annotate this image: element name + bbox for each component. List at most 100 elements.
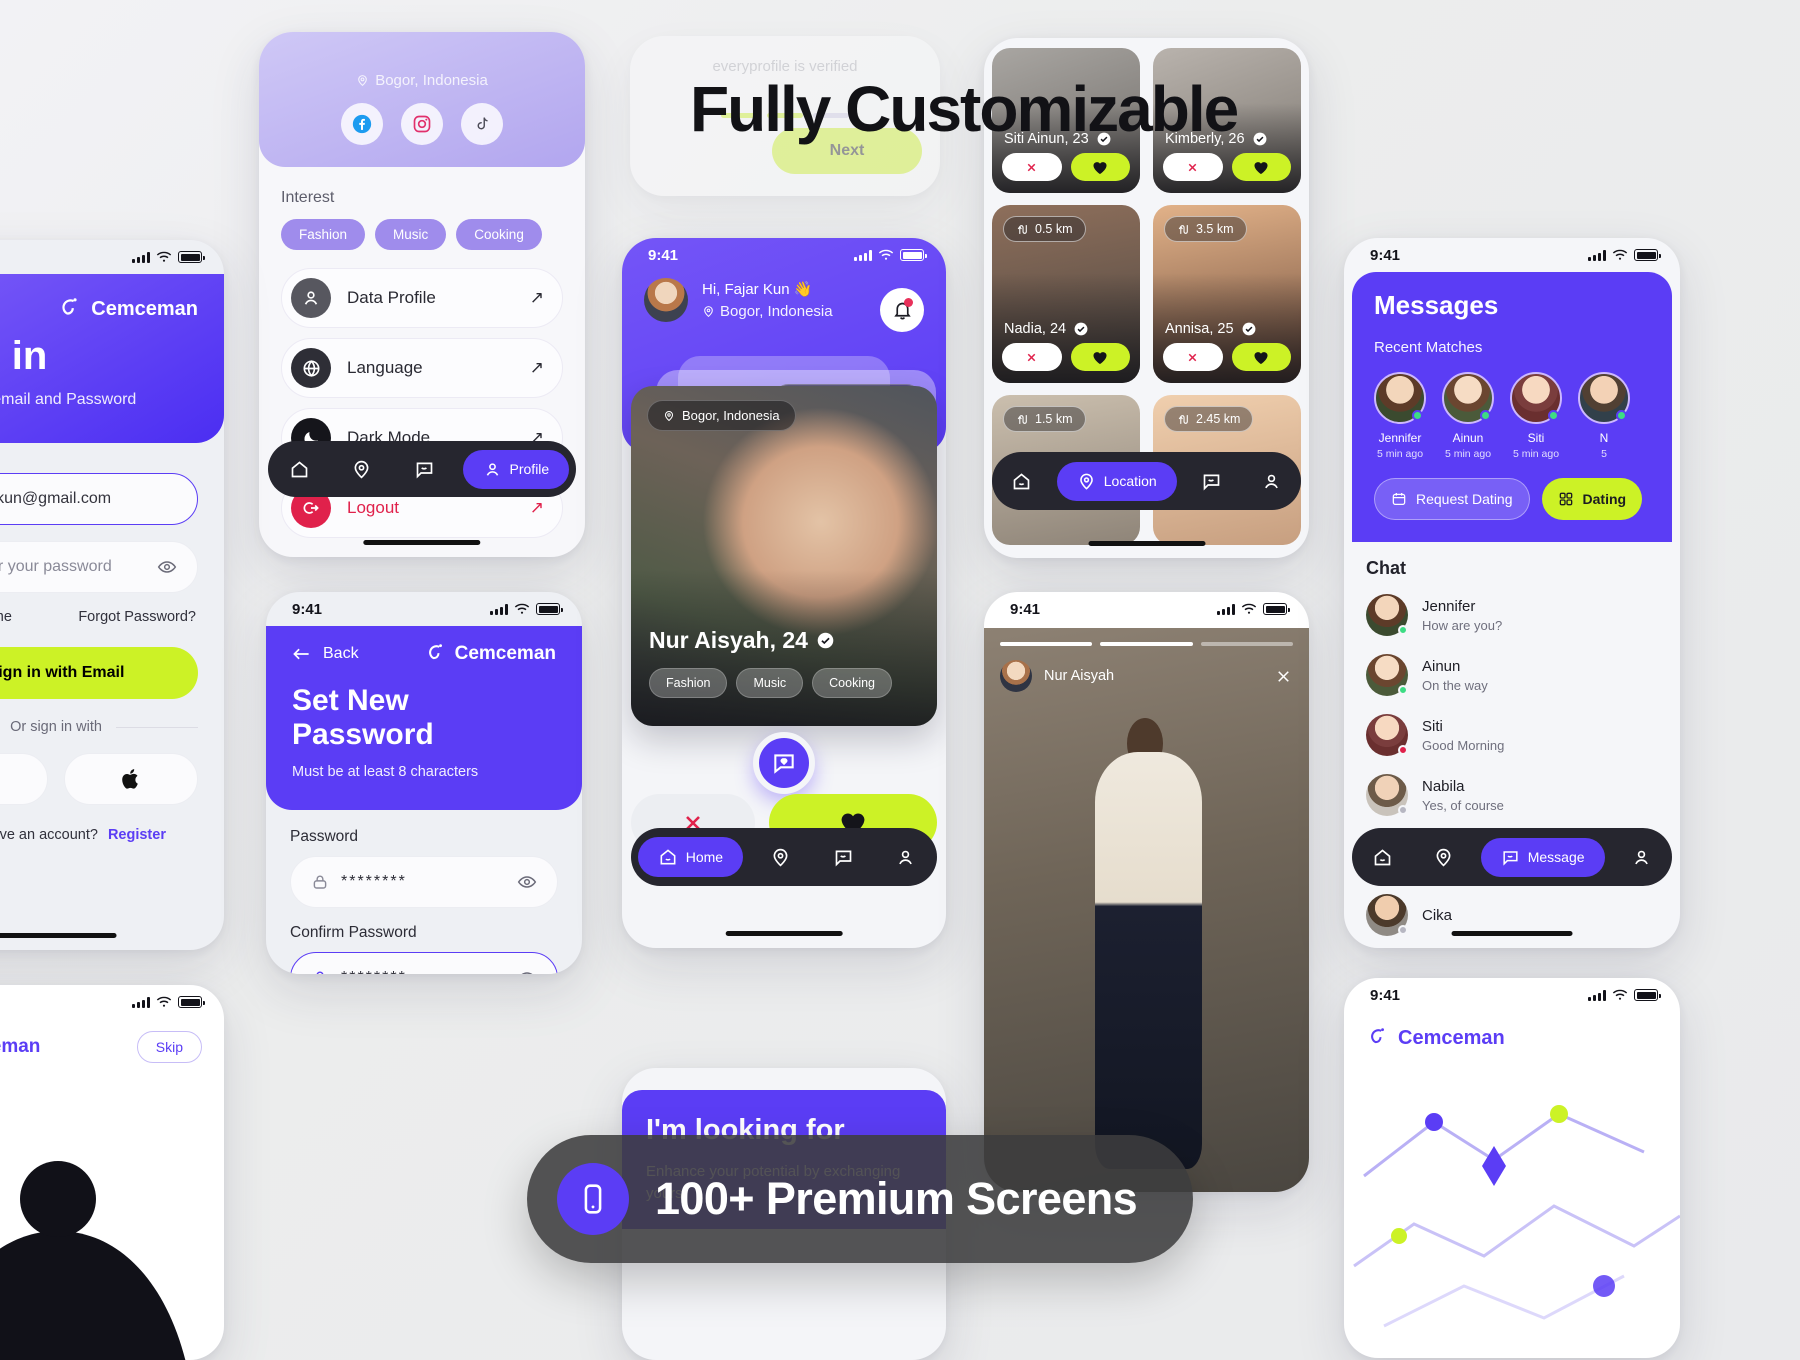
dislike-button[interactable] [1163,153,1223,181]
nav-profile-icon[interactable] [1247,461,1296,502]
nav-chat-icon[interactable] [1187,461,1236,502]
match-item[interactable]: N 5 [1578,372,1630,460]
swipe-card-front[interactable]: Bogor, Indonesia Nur Aisyah, 24 Fashion … [631,386,937,726]
facebook-icon[interactable] [341,103,383,145]
close-icon[interactable] [1274,667,1293,686]
chat-list-item[interactable]: Nabila Yes, of course [1344,765,1680,825]
card-name-text: Nadia, 24 [1004,321,1067,337]
settings-row-data-profile[interactable]: Data Profile ↗ [281,268,563,328]
email-field[interactable]: fajarkun@gmail.com [0,473,198,525]
instagram-icon[interactable] [401,103,443,145]
nav-location-icon[interactable] [1419,837,1468,878]
match-item[interactable]: Ainun 5 min ago [1442,372,1494,460]
nav-chat-icon[interactable] [400,449,449,490]
apple-login-button[interactable] [64,753,198,805]
avatar [1510,372,1562,424]
status-icons [132,251,205,263]
wifi-icon [1612,989,1628,1000]
chat-list-item[interactable]: Jennifer How are you? [1344,585,1680,645]
chat-list-item[interactable]: Ainun On the way [1344,645,1680,705]
story-name: Nur Aisyah [1044,668,1115,684]
dislike-button[interactable] [1163,343,1223,371]
chat-preview: Yes, of course [1422,797,1504,813]
chat-heart-icon [774,754,794,774]
dislike-button[interactable] [1002,153,1062,181]
back-button[interactable]: Back [292,645,359,663]
send-message-button[interactable] [753,732,815,794]
nav-profile-icon[interactable] [881,837,930,878]
route-icon [1017,224,1027,234]
interest-chip[interactable]: Cooking [456,219,542,250]
battery-icon [536,603,563,615]
skip-button[interactable]: Skip [136,1031,202,1063]
nav-profile-button[interactable]: Profile [462,449,570,489]
chat-list-item[interactable]: Cika [1344,885,1680,945]
discover-card[interactable]: 3.5 km Annisa, 25 [1153,205,1301,383]
eye-icon[interactable] [517,968,537,974]
card-name-text: Annisa, 25 [1165,321,1234,337]
nav-location-icon[interactable] [337,449,386,490]
dating-button[interactable]: Dating [1541,478,1643,520]
nav-home-icon[interactable] [1358,837,1407,878]
story-header: Nur Aisyah [1000,660,1293,692]
nav-profile-icon[interactable] [1617,837,1666,878]
status-icons [132,996,205,1008]
google-login-button[interactable] [0,753,48,805]
avatar[interactable] [644,278,688,322]
bottom-nav[interactable]: Home [631,828,937,886]
status-icons [490,603,563,615]
nav-home-icon[interactable] [275,449,324,490]
confirm-password-field[interactable]: ******** [290,952,558,974]
bottom-nav[interactable]: Location [992,452,1301,510]
nav-chat-icon[interactable] [819,837,868,878]
bottom-nav[interactable]: Message [1352,828,1672,886]
map-illustration[interactable] [1344,1056,1680,1358]
profile-location: Bogor, Indonesia [356,72,488,89]
story-image[interactable]: Nur Aisyah [984,628,1309,1192]
route-icon [1178,224,1188,234]
signal-icon [1588,989,1606,1001]
settings-row-label: Logout [347,498,399,517]
forgot-password-link[interactable]: Forgot Password? [78,609,196,625]
nav-home-button[interactable]: Home [637,837,744,877]
interest-chip[interactable]: Fashion [281,219,366,250]
signin-email-button[interactable]: Sign in with Email [0,647,198,699]
tiktok-icon[interactable] [461,103,503,145]
chat-list-item[interactable]: Siti Good Morning [1344,705,1680,765]
nav-home-icon[interactable] [997,461,1046,502]
verified-icon [1253,132,1266,146]
location-icon [1079,473,1093,490]
eye-icon[interactable] [517,872,537,892]
interest-chip[interactable]: Music [375,219,447,250]
match-item[interactable]: Siti 5 min ago [1510,372,1562,460]
avatar [1366,774,1408,816]
like-button[interactable] [1070,153,1130,181]
confirm-password-value: ******** [341,969,505,974]
arrow-left-icon [293,648,309,660]
signal-icon [1217,603,1235,615]
eye-icon[interactable] [157,557,177,577]
nav-message-button[interactable]: Message [1480,837,1605,877]
route-icon [1178,414,1188,424]
nav-location-button[interactable]: Location [1056,461,1177,501]
settings-row-label: Data Profile [347,288,436,307]
remember-me-checkbox[interactable]: Remember me [0,609,12,625]
like-button[interactable] [1070,343,1130,371]
calendar-icon [1392,493,1406,505]
new-password-field[interactable]: ******** [290,856,558,908]
register-link[interactable]: Register [108,827,166,843]
discover-card[interactable]: 0.5 km Nadia, 24 [992,205,1140,383]
avatar[interactable] [1000,660,1032,692]
match-item[interactable]: Jennifer 5 min ago [1374,372,1426,460]
dislike-button[interactable] [1002,343,1062,371]
like-button[interactable] [1231,343,1291,371]
request-dating-button[interactable]: Request Dating [1374,478,1530,520]
bottom-nav[interactable]: Profile [268,441,576,497]
password-field[interactable]: Enter your password [0,541,198,593]
like-button[interactable] [1231,153,1291,181]
nav-location-icon[interactable] [756,837,805,878]
status-time: 9:41 [1370,246,1401,264]
settings-row-language[interactable]: Language ↗ [281,338,563,398]
illustration-graphic [0,1161,186,1360]
notifications-button[interactable] [880,288,924,332]
